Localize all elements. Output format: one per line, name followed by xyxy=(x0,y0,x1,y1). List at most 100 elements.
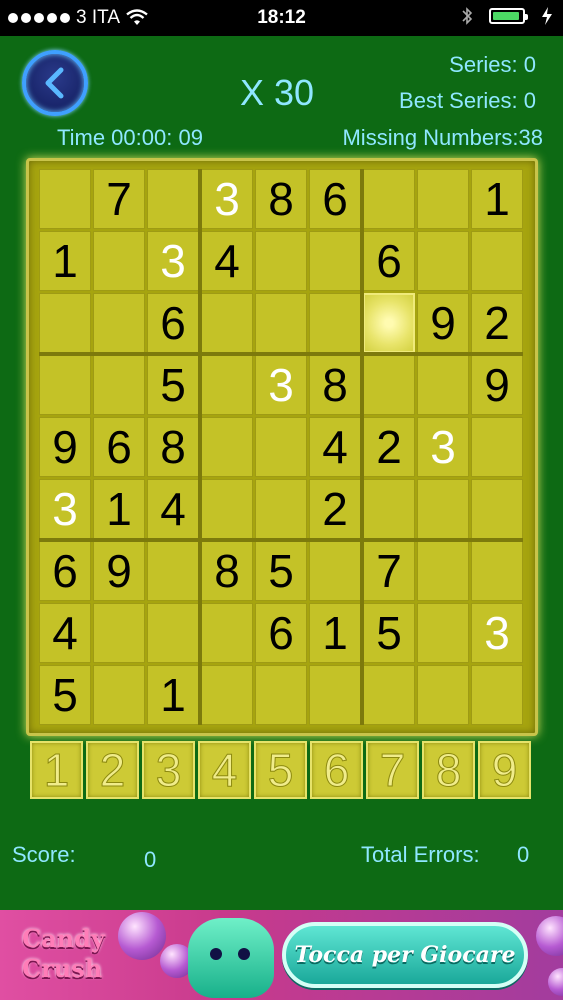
sudoku-cell[interactable]: 3 xyxy=(471,603,523,663)
sudoku-cell[interactable] xyxy=(363,169,415,229)
sudoku-cell[interactable] xyxy=(309,293,361,353)
sudoku-cell[interactable]: 1 xyxy=(39,231,91,291)
sudoku-cell[interactable] xyxy=(39,293,91,353)
number-button-7[interactable]: 7 xyxy=(366,741,419,799)
box-divider xyxy=(198,169,203,725)
sudoku-cell[interactable] xyxy=(201,665,253,725)
number-button-9[interactable]: 9 xyxy=(478,741,531,799)
sudoku-cell[interactable] xyxy=(93,355,145,415)
sudoku-cell[interactable]: 4 xyxy=(147,479,199,539)
sudoku-cell[interactable]: 1 xyxy=(309,603,361,663)
sudoku-cell[interactable]: 1 xyxy=(93,479,145,539)
sudoku-cell[interactable] xyxy=(39,355,91,415)
sudoku-cell[interactable] xyxy=(147,169,199,229)
sudoku-cell[interactable]: 5 xyxy=(147,355,199,415)
number-button-2[interactable]: 2 xyxy=(86,741,139,799)
sudoku-cell[interactable]: 7 xyxy=(93,169,145,229)
sudoku-cell[interactable] xyxy=(417,231,469,291)
number-button-5[interactable]: 5 xyxy=(254,741,307,799)
sudoku-cell[interactable] xyxy=(309,541,361,601)
sudoku-cell[interactable] xyxy=(363,355,415,415)
sudoku-cell[interactable]: 8 xyxy=(147,417,199,477)
number-button-1[interactable]: 1 xyxy=(30,741,83,799)
sudoku-cell[interactable]: 6 xyxy=(147,293,199,353)
sudoku-cell[interactable] xyxy=(471,417,523,477)
sudoku-cell[interactable]: 8 xyxy=(255,169,307,229)
sudoku-cell[interactable] xyxy=(201,355,253,415)
sudoku-cell[interactable]: 5 xyxy=(255,541,307,601)
sudoku-cell[interactable] xyxy=(363,293,415,353)
score-label: Score: xyxy=(12,842,76,867)
sudoku-cell[interactable] xyxy=(255,665,307,725)
candy-crush-logo: Candy Crush xyxy=(22,924,105,983)
sudoku-cell[interactable] xyxy=(255,417,307,477)
sudoku-cell[interactable]: 2 xyxy=(309,479,361,539)
bubble-decoration xyxy=(536,916,563,956)
sudoku-cell[interactable] xyxy=(363,479,415,539)
back-button[interactable] xyxy=(22,50,88,116)
sudoku-cell[interactable] xyxy=(201,479,253,539)
sudoku-cell[interactable]: 3 xyxy=(255,355,307,415)
sudoku-cell[interactable]: 6 xyxy=(93,417,145,477)
sudoku-cell[interactable]: 7 xyxy=(363,541,415,601)
sudoku-cell[interactable]: 8 xyxy=(201,541,253,601)
number-button-4[interactable]: 4 xyxy=(198,741,251,799)
sudoku-cell[interactable]: 4 xyxy=(309,417,361,477)
sudoku-cell[interactable]: 3 xyxy=(201,169,253,229)
sudoku-cell[interactable]: 6 xyxy=(309,169,361,229)
sudoku-cell[interactable] xyxy=(255,293,307,353)
sudoku-cell[interactable]: 2 xyxy=(471,293,523,353)
sudoku-cell[interactable]: 1 xyxy=(471,169,523,229)
play-now-button[interactable]: Tocca per Giocare xyxy=(282,922,528,988)
sudoku-cell[interactable] xyxy=(471,665,523,725)
sudoku-cell[interactable] xyxy=(471,541,523,601)
sudoku-cell[interactable] xyxy=(417,541,469,601)
sudoku-cell[interactable]: 4 xyxy=(39,603,91,663)
sudoku-cell[interactable] xyxy=(147,541,199,601)
sudoku-cell[interactable] xyxy=(201,603,253,663)
sudoku-cell[interactable] xyxy=(417,603,469,663)
sudoku-cell[interactable] xyxy=(39,169,91,229)
sudoku-cell[interactable]: 9 xyxy=(93,541,145,601)
sudoku-cell[interactable] xyxy=(255,479,307,539)
series-label: Series: 0 xyxy=(449,52,536,77)
sudoku-cell[interactable] xyxy=(417,479,469,539)
sudoku-cell[interactable] xyxy=(201,293,253,353)
sudoku-cell[interactable]: 9 xyxy=(471,355,523,415)
candy-mascot-image xyxy=(188,918,274,998)
sudoku-cell[interactable]: 8 xyxy=(309,355,361,415)
sudoku-cell[interactable] xyxy=(93,665,145,725)
sudoku-cell[interactable]: 3 xyxy=(147,231,199,291)
sudoku-cell[interactable] xyxy=(417,355,469,415)
ad-banner[interactable]: Candy Crush Tocca per Giocare xyxy=(0,910,563,1000)
sudoku-cell[interactable] xyxy=(417,169,469,229)
sudoku-cell[interactable] xyxy=(93,293,145,353)
sudoku-cell[interactable] xyxy=(201,417,253,477)
sudoku-cell[interactable] xyxy=(93,231,145,291)
sudoku-cell[interactable] xyxy=(471,231,523,291)
sudoku-cell[interactable] xyxy=(309,231,361,291)
sudoku-cell[interactable]: 3 xyxy=(417,417,469,477)
number-button-3[interactable]: 3 xyxy=(142,741,195,799)
sudoku-cell[interactable] xyxy=(147,603,199,663)
sudoku-cell[interactable]: 9 xyxy=(417,293,469,353)
sudoku-cell[interactable] xyxy=(255,231,307,291)
sudoku-cell[interactable] xyxy=(363,665,415,725)
number-button-6[interactable]: 6 xyxy=(310,741,363,799)
sudoku-cell[interactable]: 9 xyxy=(39,417,91,477)
sudoku-cell[interactable] xyxy=(93,603,145,663)
sudoku-cell[interactable]: 5 xyxy=(39,665,91,725)
number-button-8[interactable]: 8 xyxy=(422,741,475,799)
sudoku-cell[interactable]: 6 xyxy=(255,603,307,663)
sudoku-cell[interactable] xyxy=(309,665,361,725)
sudoku-cell[interactable] xyxy=(471,479,523,539)
sudoku-cell[interactable]: 6 xyxy=(39,541,91,601)
missing-numbers-label: Missing Numbers:38 xyxy=(342,125,543,150)
sudoku-cell[interactable]: 2 xyxy=(363,417,415,477)
sudoku-cell[interactable]: 6 xyxy=(363,231,415,291)
sudoku-cell[interactable]: 3 xyxy=(39,479,91,539)
sudoku-cell[interactable]: 4 xyxy=(201,231,253,291)
sudoku-cell[interactable]: 1 xyxy=(147,665,199,725)
sudoku-cell[interactable] xyxy=(417,665,469,725)
sudoku-cell[interactable]: 5 xyxy=(363,603,415,663)
